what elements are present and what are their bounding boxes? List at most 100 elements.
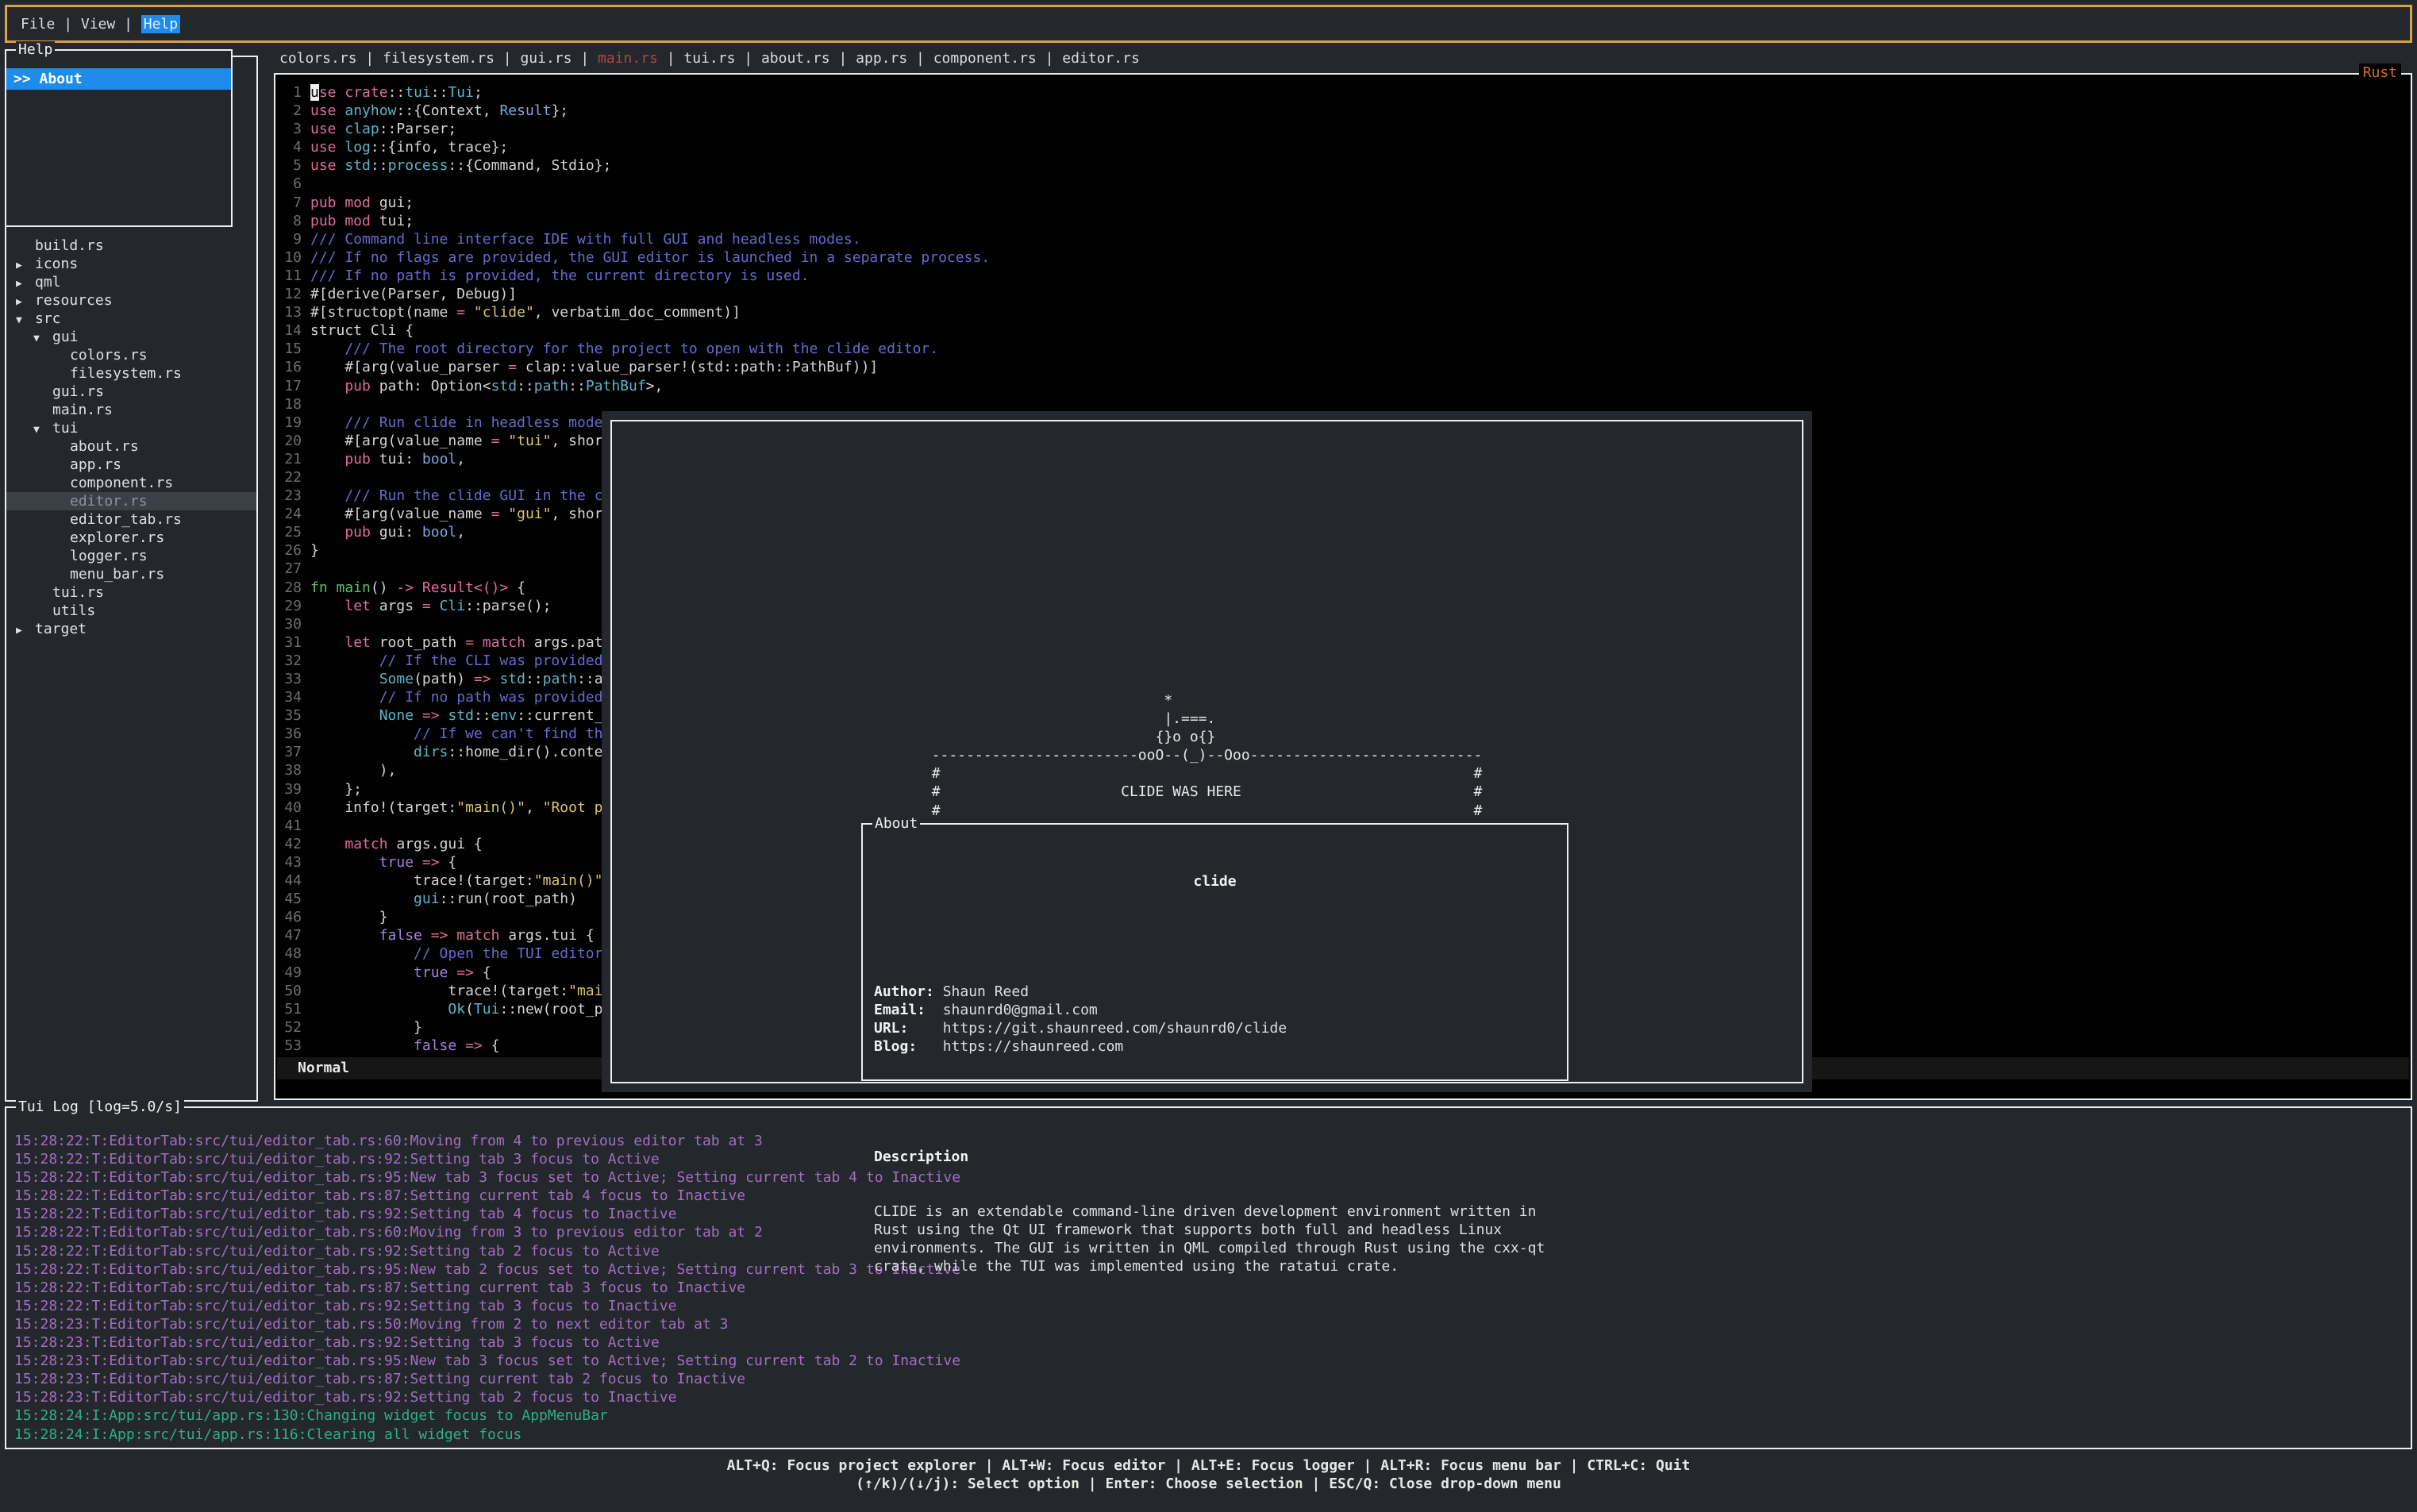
tree-item-src[interactable]: ▼src — [6, 310, 256, 328]
code-token: args.tui { — [499, 927, 594, 944]
tree-item-label: utils — [52, 602, 95, 619]
line-number: 35 — [284, 706, 302, 725]
code-token — [499, 506, 508, 522]
code-token: path — [543, 671, 577, 687]
about-overlay-frame: * |.===. {}o o{} -----------------------… — [610, 420, 1803, 1083]
tree-item-gui[interactable]: ▼gui — [6, 328, 256, 346]
menu-item-help[interactable]: Help — [141, 15, 180, 33]
code-token: ::{info, trace}; — [371, 139, 508, 156]
code-token: ::home_dir().contex — [448, 744, 611, 760]
code-token: ::parse(); — [465, 598, 551, 614]
tab-separator: | — [658, 50, 684, 67]
tab-tui-rs[interactable]: tui.rs — [683, 50, 735, 67]
tab-separator: | — [572, 50, 598, 67]
tree-item-qml[interactable]: ▶qml — [6, 273, 256, 291]
tree-item-app-rs[interactable]: app.rs — [6, 456, 256, 474]
code-token: /// Run the clide GUI in the cu — [310, 487, 611, 504]
tree-item-tui[interactable]: ▼tui — [6, 419, 256, 437]
tab-colors-rs[interactable]: colors.rs — [279, 50, 357, 67]
code-token: pub — [310, 451, 371, 467]
about-box-title: About — [872, 815, 920, 833]
line-number: 40 — [284, 798, 302, 817]
line-number: 43 — [284, 853, 302, 871]
about-field-author: Author: Shaun Reed — [874, 983, 1556, 1001]
tree-item-explorer-rs[interactable]: explorer.rs — [6, 529, 256, 547]
code-token: , verbatim_doc_comment)] — [534, 304, 741, 321]
tree-item-filesystem-rs[interactable]: filesystem.rs — [6, 364, 256, 383]
tab-gui-rs[interactable]: gui.rs — [520, 50, 572, 67]
code-token: bool — [422, 451, 456, 467]
description-line: Rust using the Qt UI framework that supp… — [874, 1221, 1556, 1239]
about-field-label: Blog: — [874, 1038, 917, 1055]
tree-item-resources[interactable]: ▶resources — [6, 291, 256, 310]
code-line: 10/// If no flags are provided, the GUI … — [284, 248, 2411, 267]
log-entry-trace: 15:28:23:T:EditorTab:src/tui/editor_tab.… — [14, 1388, 2411, 1406]
tree-item-component-rs[interactable]: component.rs — [6, 474, 256, 492]
tree-item-about-rs[interactable]: about.rs — [6, 437, 256, 456]
code-token: } — [310, 909, 388, 925]
code-token: pub mod — [310, 194, 371, 211]
menu-item-file[interactable]: File — [21, 16, 55, 33]
line-number: 1 — [284, 83, 302, 102]
tree-item-build-rs[interactable]: build.rs — [6, 237, 256, 255]
tab-separator: | — [495, 50, 521, 67]
tree-item-gui-rs[interactable]: gui.rs — [6, 383, 256, 401]
code-token: se — [319, 84, 337, 101]
code-line: 3use clap::Parser; — [284, 120, 2411, 138]
code-token — [310, 927, 379, 944]
about-fields: Author: Shaun ReedEmail: shaunrd0@gmail.… — [874, 983, 1556, 1056]
about-field-value: https://git.shaunreed.com/shaunrd0/clide — [908, 1020, 1287, 1037]
code-token — [310, 964, 414, 981]
line-number: 45 — [284, 890, 302, 908]
line-number: 24 — [284, 505, 302, 523]
code-line: 7pub mod gui; — [284, 194, 2411, 212]
code-token: match — [344, 836, 387, 852]
line-number: 2 — [284, 102, 302, 120]
line-number: 50 — [284, 982, 302, 1000]
menu-item-view[interactable]: View — [81, 16, 115, 33]
code-token: std — [448, 707, 474, 724]
tab-separator: | — [735, 50, 761, 67]
tab-filesystem-rs[interactable]: filesystem.rs — [383, 50, 495, 67]
code-token: gui: — [371, 524, 422, 541]
tab-main-rs[interactable]: main.rs — [598, 50, 658, 67]
tree-item-logger-rs[interactable]: logger.rs — [6, 547, 256, 565]
tree-item-label: qml — [35, 274, 61, 290]
tree-item-tui-rs[interactable]: tui.rs — [6, 583, 256, 602]
line-number: 23 — [284, 487, 302, 505]
code-token: use — [310, 121, 337, 137]
app-name: clide — [874, 872, 1556, 891]
tab-component-rs[interactable]: component.rs — [933, 50, 1037, 67]
menu-item-about[interactable]: >> About — [6, 68, 231, 90]
tab-app-rs[interactable]: app.rs — [856, 50, 907, 67]
tree-item-utils[interactable]: utils — [6, 602, 256, 620]
code-token: "main()" — [456, 799, 525, 816]
code-token: anyhow — [344, 102, 396, 119]
code-token — [456, 1037, 465, 1054]
tree-item-colors-rs[interactable]: colors.rs — [6, 346, 256, 364]
line-number: 42 — [284, 835, 302, 853]
line-number: 32 — [284, 652, 302, 670]
tree-item-editor-rs[interactable]: editor.rs — [6, 492, 256, 510]
code-token: ::Parser; — [379, 121, 457, 137]
description-title: Description — [874, 1148, 1556, 1166]
code-token: trace!(target: — [310, 983, 568, 999]
about-field-label: Email: — [874, 1002, 926, 1018]
tree-item-icons[interactable]: ▶icons — [6, 255, 256, 273]
line-number: 18 — [284, 395, 302, 414]
tree-item-main-rs[interactable]: main.rs — [6, 401, 256, 419]
tree-item-label: icons — [35, 256, 78, 272]
tab-about-rs[interactable]: about.rs — [761, 50, 830, 67]
tree-item-label: build.rs — [35, 237, 104, 254]
line-number: 4 — [284, 138, 302, 156]
tab-editor-rs[interactable]: editor.rs — [1062, 50, 1140, 67]
line-number: 31 — [284, 633, 302, 652]
tree-item-editor-tab-rs[interactable]: editor_tab.rs — [6, 510, 256, 529]
tree-item-label: editor_tab.rs — [70, 511, 182, 528]
tree-item-target[interactable]: ▶target — [6, 620, 256, 638]
tree-item-menu-bar-rs[interactable]: menu_bar.rs — [6, 565, 256, 583]
code-token — [337, 139, 345, 156]
code-token: None — [379, 707, 414, 724]
chevron-right-icon: ▶ — [16, 293, 35, 311]
code-token: args.gui { — [388, 836, 483, 852]
